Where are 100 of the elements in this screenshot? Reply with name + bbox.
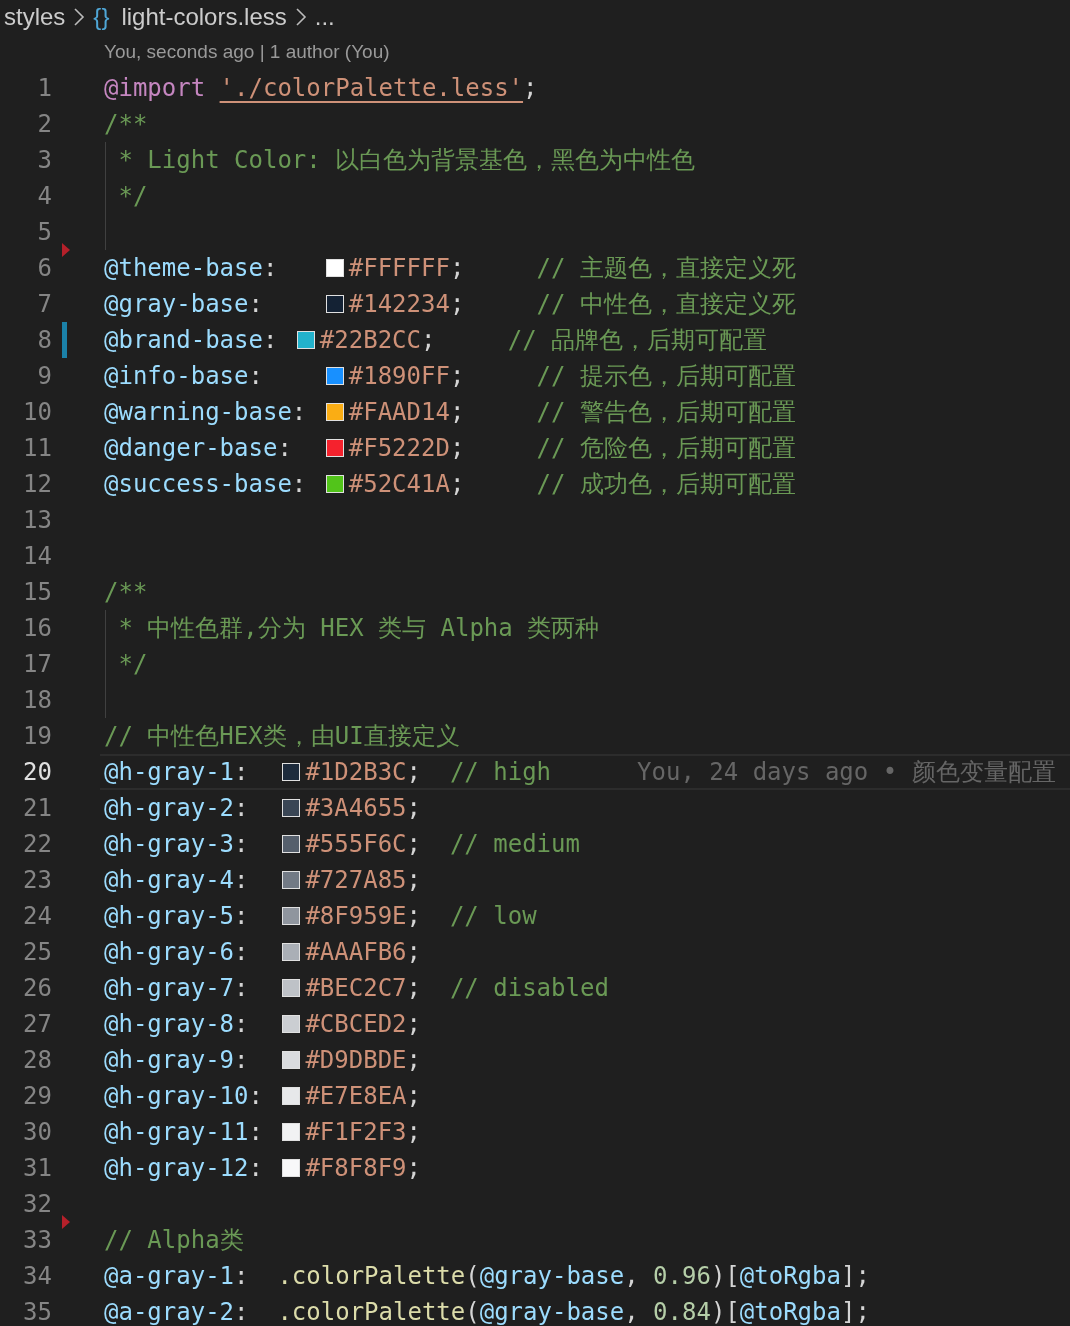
breadcrumb-item[interactable]: light-colors.less: [121, 0, 287, 35]
line-number: 29: [23, 1084, 52, 1108]
color-swatch-icon[interactable]: [325, 259, 344, 277]
code-text: @info-base:: [104, 364, 264, 388]
line-number: 24: [23, 904, 52, 928]
line-number: 17: [23, 652, 52, 676]
code-text: #E7E8EA;: [305, 1084, 421, 1108]
line-number: 7: [37, 292, 52, 316]
code-text: #AAAFB6;: [305, 940, 421, 964]
color-swatch-icon[interactable]: [282, 907, 301, 925]
color-swatch-icon[interactable]: [325, 403, 344, 421]
code-text: @h-gray-9:: [104, 1048, 250, 1072]
line-number: 1: [37, 76, 52, 100]
line-number: 22: [23, 832, 52, 856]
color-swatch-icon[interactable]: [282, 1123, 301, 1141]
code-text: @h-gray-2:: [104, 796, 250, 820]
line-number: 31: [23, 1156, 52, 1180]
line-number: 19: [23, 724, 52, 748]
code-text: */: [117, 184, 148, 208]
line-number: 10: [23, 400, 52, 424]
modified-marker[interactable]: [62, 322, 67, 358]
code-text: #22B2CC; // 品牌色，后期可配置: [319, 328, 768, 352]
line-number: 21: [23, 796, 52, 820]
line-number: 26: [23, 976, 52, 1000]
color-swatch-icon[interactable]: [325, 367, 344, 385]
chevron-icon: [73, 6, 86, 27]
line-number: 23: [23, 868, 52, 892]
code-text: @success-base:: [104, 472, 308, 496]
code-text: @h-gray-1:: [104, 760, 250, 784]
code-text: @h-gray-11:: [104, 1120, 264, 1144]
line-number: 3: [37, 148, 52, 172]
code-text: #FAAD14; // 警告色，后期可配置: [348, 400, 796, 424]
line-number: 25: [23, 940, 52, 964]
breadcrumb-item[interactable]: styles: [4, 0, 66, 35]
line-number: 28: [23, 1048, 52, 1072]
line-number: 6: [37, 256, 52, 280]
code-text: #52C41A; // 成功色，后期可配置: [348, 472, 796, 496]
code-text: #BEC2C7; // disabled: [305, 976, 609, 1000]
line-number: 27: [23, 1012, 52, 1036]
deleted-marker[interactable]: [62, 1215, 70, 1229]
code-text: * 中性色群,分为 HEX 类与 Alpha 类两种: [117, 616, 600, 640]
color-swatch-icon[interactable]: [325, 295, 344, 313]
color-swatch-icon[interactable]: [325, 439, 344, 457]
color-swatch-icon[interactable]: [296, 331, 315, 349]
color-swatch-icon[interactable]: [282, 1159, 301, 1177]
code-text: @h-gray-5:: [104, 904, 250, 928]
code-text: /**: [104, 112, 148, 136]
color-swatch-icon[interactable]: [282, 943, 301, 961]
breadcrumb-item[interactable]: ...: [314, 0, 335, 35]
code-text: @h-gray-10:: [104, 1084, 264, 1108]
code-text: #F1F2F3;: [305, 1120, 421, 1144]
code-text: @h-gray-8:: [104, 1012, 250, 1036]
code-text: // 中性色HEX类，由UI直接定义: [104, 724, 460, 748]
code-text: @import './colorPalette.less';: [104, 76, 538, 100]
line-number: 8: [37, 328, 52, 352]
line-number: 4: [37, 184, 52, 208]
code-text: @a-gray-2: .colorPalette(@gray-base, 0.84)[@toRgba];: [104, 1300, 870, 1324]
color-swatch-icon[interactable]: [325, 475, 344, 493]
line-number: 12: [23, 472, 52, 496]
code-text: #1D2B3C; // high: [305, 760, 552, 784]
color-swatch-icon[interactable]: [282, 835, 301, 853]
code-text: #D9DBDE;: [305, 1048, 421, 1072]
deleted-marker[interactable]: [62, 243, 70, 257]
code-text: /**: [104, 580, 148, 604]
code-text: @brand-base:: [104, 328, 279, 352]
code-text: #F8F8F9;: [305, 1156, 421, 1180]
blame-annotation: You, 24 days ago • 颜色变量配置: [637, 760, 1056, 784]
color-swatch-icon[interactable]: [282, 1087, 301, 1105]
code-text: #3A4655;: [305, 796, 421, 820]
code-text: // Alpha类: [104, 1228, 244, 1252]
line-number: 35: [23, 1300, 52, 1324]
color-swatch-icon[interactable]: [282, 799, 301, 817]
code-text: @h-gray-7:: [104, 976, 250, 1000]
line-number: 2: [37, 112, 52, 136]
code-text: @theme-base:: [104, 256, 279, 280]
code-text: @gray-base:: [104, 292, 264, 316]
code-text: */: [117, 652, 148, 676]
color-swatch-icon[interactable]: [282, 979, 301, 997]
line-number: 34: [23, 1264, 52, 1288]
line-number: 11: [23, 436, 52, 460]
blame-codelens[interactable]: You, seconds ago | 1 author (You): [104, 39, 390, 65]
line-number: 18: [23, 688, 52, 712]
color-swatch-icon[interactable]: [282, 1015, 301, 1033]
code-text: @danger-base:: [104, 436, 293, 460]
line-number: 9: [37, 364, 52, 388]
line-number: 15: [23, 580, 52, 604]
color-swatch-icon[interactable]: [282, 871, 301, 889]
chevron-icon: [294, 6, 307, 27]
code-text: * Light Color: 以白色为背景基色，黑色为中性色: [117, 148, 696, 172]
code-text: #FFFFFF; // 主题色，直接定义死: [348, 256, 796, 280]
color-swatch-icon[interactable]: [282, 763, 301, 781]
line-number: 5: [37, 220, 52, 244]
code-text: #F5222D; // 危险色，后期可配置: [348, 436, 796, 460]
braces-icon: {}: [93, 0, 110, 35]
line-number: 30: [23, 1120, 52, 1144]
line-number: 20: [23, 760, 52, 784]
color-swatch-icon[interactable]: [282, 1051, 301, 1069]
line-number: 33: [23, 1228, 52, 1252]
code-text: #555F6C; // medium: [305, 832, 580, 856]
code-text: @h-gray-12:: [104, 1156, 264, 1180]
